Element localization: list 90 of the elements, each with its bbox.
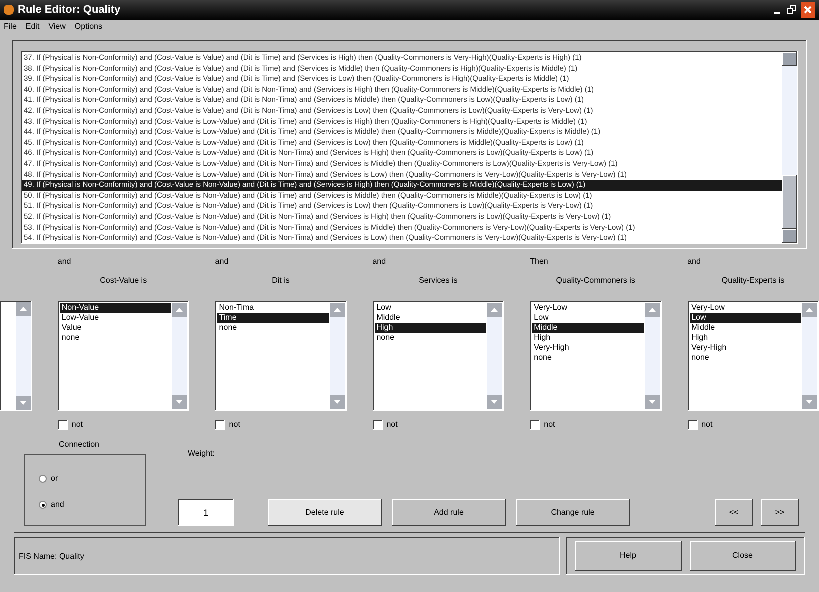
list-item[interactable]: High bbox=[690, 333, 801, 343]
connector-label: and bbox=[215, 256, 229, 268]
fis-name-text: FIS Name: Quality bbox=[19, 552, 84, 561]
radio-label: or bbox=[51, 473, 58, 485]
radio-button[interactable] bbox=[39, 501, 47, 509]
scrollbar[interactable] bbox=[330, 303, 345, 409]
connector-label: Then bbox=[530, 256, 548, 268]
list-item[interactable]: Very-High bbox=[690, 343, 801, 353]
scrollbar[interactable] bbox=[487, 303, 502, 409]
scrollbar[interactable] bbox=[172, 303, 188, 409]
down-arrow-icon[interactable] bbox=[648, 400, 656, 404]
action-button[interactable]: Add rule bbox=[392, 499, 506, 526]
list-item[interactable]: Low-Value bbox=[60, 313, 172, 323]
not-checkbox[interactable] bbox=[215, 420, 226, 430]
scrollbar[interactable] bbox=[802, 303, 817, 409]
column-label: Quality-Experts is bbox=[722, 275, 785, 287]
column-label: Dit is bbox=[272, 275, 290, 287]
footer-button[interactable]: Help bbox=[575, 541, 682, 571]
list-item[interactable]: High bbox=[532, 333, 644, 343]
list-item[interactable]: none bbox=[532, 353, 644, 363]
weight-label: Weight: bbox=[188, 448, 216, 460]
connector-label: and bbox=[688, 256, 701, 268]
list-item[interactable]: none bbox=[60, 333, 172, 343]
not-checkbox[interactable] bbox=[530, 420, 540, 430]
listbox[interactable]: Non-Tima Time none bbox=[215, 301, 347, 411]
list-item[interactable]: Low bbox=[374, 303, 486, 313]
previous-button[interactable]: << bbox=[715, 499, 753, 526]
checkbox-label: not bbox=[72, 419, 83, 431]
listbox[interactable]: Non-Value Low-Value Value none bbox=[58, 301, 190, 411]
radio-label: and bbox=[51, 499, 64, 511]
list-item[interactable]: Very-High bbox=[532, 343, 644, 353]
list-item[interactable]: Very-Low bbox=[532, 303, 644, 313]
radio-button[interactable] bbox=[39, 475, 47, 483]
checkbox-label: not bbox=[544, 419, 556, 431]
checkbox-label: not bbox=[386, 419, 398, 431]
list-item[interactable]: Time bbox=[217, 313, 329, 323]
action-button[interactable]: Change rule bbox=[516, 499, 630, 526]
list-item[interactable]: Non-Tima bbox=[217, 303, 329, 313]
down-arrow-icon[interactable] bbox=[334, 400, 341, 404]
checkbox-label: not bbox=[229, 419, 240, 431]
list-item[interactable]: none bbox=[690, 353, 801, 363]
up-arrow-icon[interactable] bbox=[648, 308, 656, 312]
down-arrow-icon[interactable] bbox=[176, 400, 184, 404]
connector-label: and bbox=[58, 256, 72, 268]
rules-list[interactable] bbox=[21, 51, 798, 244]
list-item[interactable]: Middle bbox=[690, 323, 801, 333]
up-arrow-icon[interactable] bbox=[491, 308, 498, 312]
checkbox-label: not bbox=[702, 419, 713, 431]
not-checkbox[interactable] bbox=[688, 420, 698, 430]
column-label: Cost-Value is bbox=[100, 275, 148, 287]
menu-item[interactable]: Edit bbox=[26, 21, 40, 33]
up-arrow-icon[interactable] bbox=[20, 307, 27, 311]
list-item[interactable]: none bbox=[374, 333, 486, 343]
down-arrow-icon[interactable] bbox=[806, 400, 813, 404]
not-checkbox[interactable] bbox=[58, 420, 68, 430]
next-button[interactable]: >> bbox=[761, 499, 799, 526]
window-title: Rule Editor: Quality bbox=[18, 2, 121, 18]
down-arrow-icon[interactable] bbox=[491, 400, 498, 404]
list-item[interactable]: Very-Low bbox=[690, 303, 801, 313]
scrollbar[interactable] bbox=[644, 303, 660, 409]
list-item[interactable]: Non-Value bbox=[60, 303, 172, 313]
list-item[interactable]: none bbox=[217, 323, 329, 333]
list-item[interactable]: Low bbox=[690, 313, 801, 323]
weight-field[interactable]: 1 bbox=[178, 499, 234, 526]
scrollbar[interactable] bbox=[782, 52, 797, 243]
app-icon bbox=[4, 5, 14, 15]
column-label: Services is bbox=[419, 275, 458, 287]
column-label: Quality-Commoners is bbox=[556, 275, 636, 287]
restore-icon[interactable] bbox=[786, 4, 798, 16]
menu-item[interactable]: View bbox=[48, 21, 66, 33]
listbox[interactable]: Very-Low Low Middle High Very-High none bbox=[688, 301, 819, 411]
action-button[interactable]: Delete rule bbox=[268, 499, 382, 526]
up-arrow-icon[interactable] bbox=[176, 308, 184, 312]
list-item[interactable]: Value bbox=[60, 323, 172, 333]
list-item[interactable]: High bbox=[374, 323, 486, 333]
listbox[interactable]: Very-Low Low Middle High Very-High none bbox=[530, 301, 662, 411]
up-arrow-icon[interactable] bbox=[334, 308, 341, 312]
connector-label: and bbox=[372, 256, 386, 268]
menu-item[interactable]: File bbox=[4, 21, 17, 33]
list-item[interactable]: Middle bbox=[374, 313, 486, 323]
up-arrow-icon[interactable] bbox=[806, 308, 813, 312]
listbox[interactable]: Low Middle High none bbox=[372, 301, 504, 411]
menu-item[interactable]: Options bbox=[74, 21, 102, 33]
down-arrow-icon[interactable] bbox=[20, 401, 27, 405]
close-icon[interactable] bbox=[801, 2, 815, 18]
list-item[interactable]: Low bbox=[532, 313, 644, 323]
not-checkbox[interactable] bbox=[372, 420, 383, 430]
list-item[interactable]: Middle bbox=[532, 323, 644, 333]
footer-button[interactable]: Close bbox=[690, 541, 796, 571]
scrollbar[interactable] bbox=[16, 302, 31, 410]
